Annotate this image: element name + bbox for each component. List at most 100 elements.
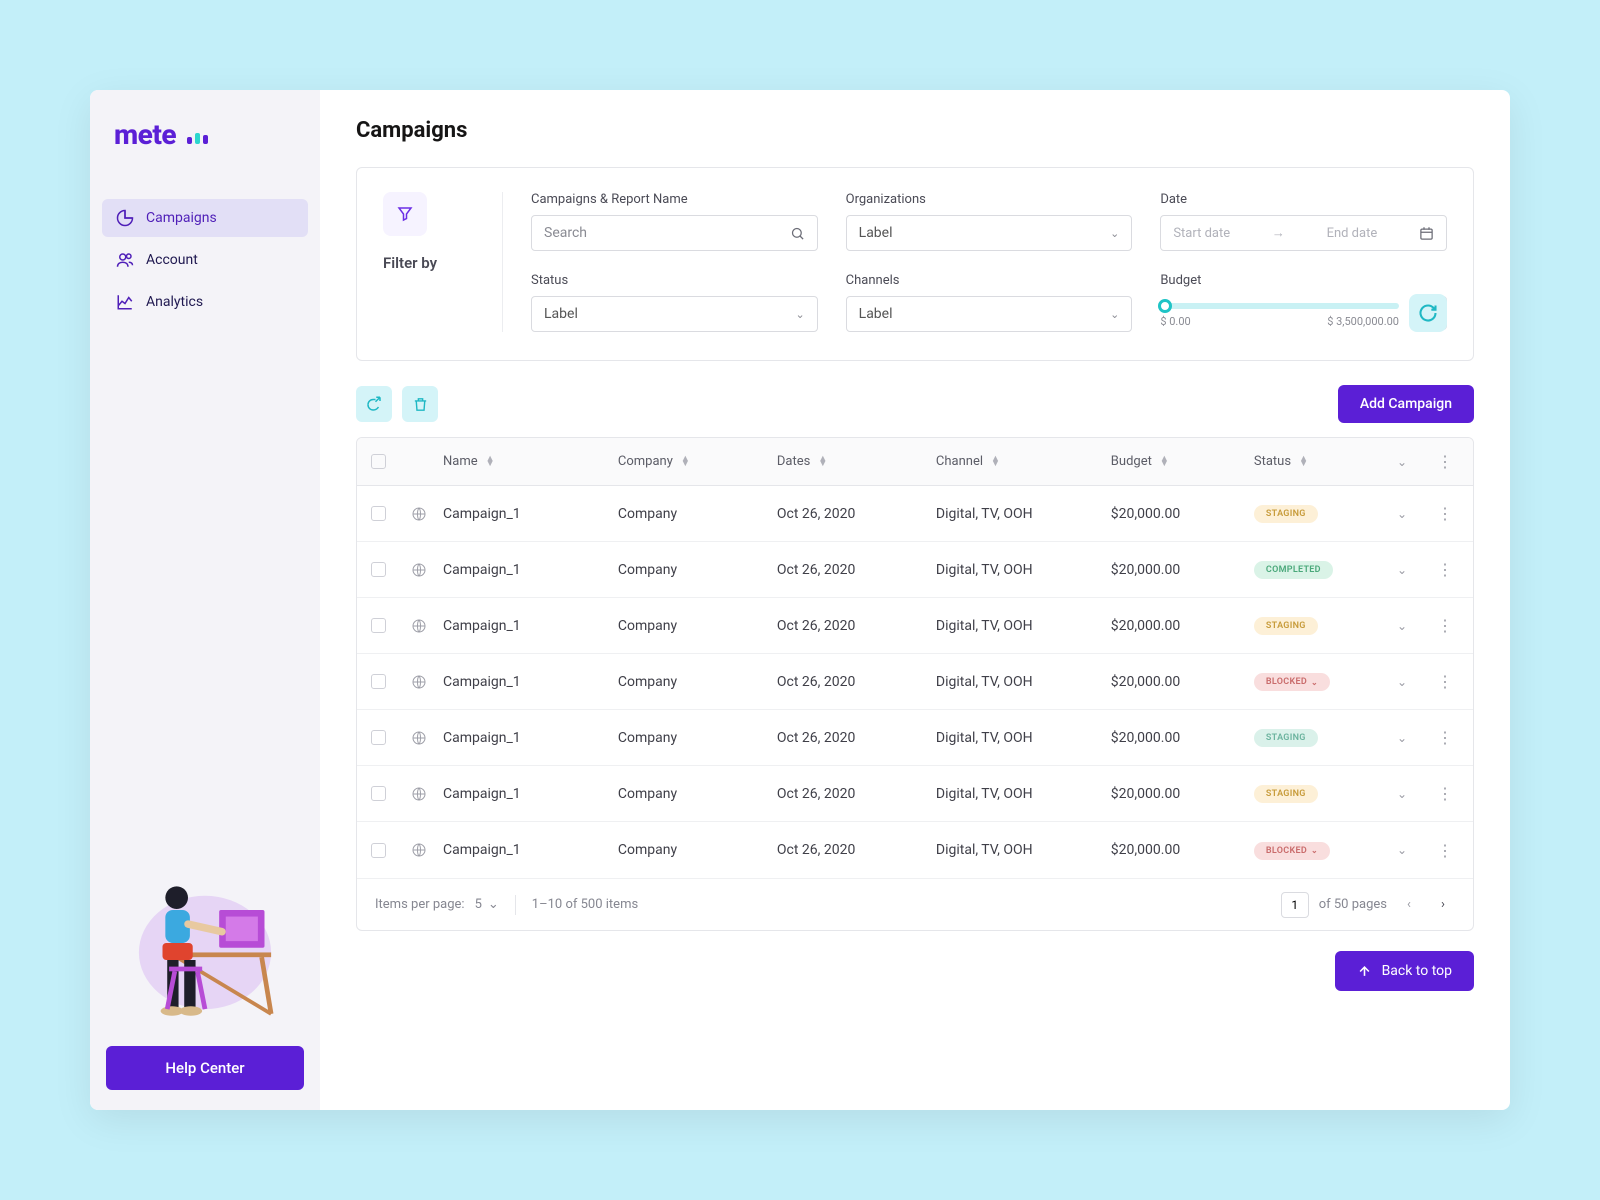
table-row[interactable]: Campaign_1CompanyOct 26, 2020Digital, TV…	[357, 598, 1473, 654]
search-input[interactable]	[544, 225, 790, 241]
status-value: Label	[544, 306, 578, 322]
sidebar-item-account[interactable]: Account	[102, 241, 308, 279]
search-input-wrap[interactable]	[531, 215, 818, 251]
row-checkbox[interactable]	[371, 843, 386, 858]
of-pages-text: of 50 pages	[1319, 897, 1387, 912]
sidebar-item-campaigns[interactable]: Campaigns	[102, 199, 308, 237]
arrow-right-icon: →	[1272, 225, 1285, 241]
nav-label: Analytics	[146, 294, 203, 310]
cell-budget: $20,000.00	[1111, 506, 1254, 522]
cell-channel: Digital, TV, OOH	[936, 786, 1111, 802]
refresh-button[interactable]	[1409, 294, 1447, 332]
nav-label: Campaigns	[146, 210, 217, 226]
sort-icon: ▲▼	[991, 457, 1000, 467]
org-value: Label	[859, 225, 893, 241]
globe-icon	[411, 562, 427, 578]
col-budget[interactable]: Budget▲▼	[1111, 454, 1254, 469]
back-to-top-button[interactable]: Back to top	[1335, 951, 1474, 991]
slider-thumb[interactable]	[1158, 299, 1172, 313]
row-checkbox[interactable]	[371, 674, 386, 689]
globe-icon	[411, 618, 427, 634]
row-expand[interactable]: ⌄	[1397, 675, 1431, 689]
globe-icon	[411, 842, 427, 858]
table-row[interactable]: Campaign_1CompanyOct 26, 2020Digital, TV…	[357, 766, 1473, 822]
prev-page-button[interactable]: ‹	[1397, 893, 1421, 917]
filter-status-field: Status Label ⌄	[531, 273, 818, 332]
row-menu[interactable]: ⋮	[1431, 504, 1459, 523]
budget-max: $ 3,500,000.00	[1327, 315, 1399, 328]
share-button[interactable]	[356, 386, 392, 422]
row-expand[interactable]: ⌄	[1397, 731, 1431, 745]
row-checkbox[interactable]	[371, 506, 386, 521]
items-per-page-select[interactable]: 5⌄	[475, 897, 499, 912]
org-select[interactable]: Label ⌄	[846, 215, 1133, 251]
select-all-checkbox[interactable]	[371, 454, 386, 469]
filter-channels-field: Channels Label ⌄	[846, 273, 1133, 332]
table-header: Name▲▼ Company▲▼ Dates▲▼ Channel▲▼ Budge…	[357, 438, 1473, 486]
cell-dates: Oct 26, 2020	[777, 674, 936, 690]
sort-icon: ▲▼	[1299, 457, 1308, 467]
row-expand[interactable]: ⌄	[1397, 787, 1431, 801]
cell-company: Company	[618, 562, 777, 578]
date-range-input[interactable]: Start date → End date	[1160, 215, 1447, 251]
cell-dates: Oct 26, 2020	[777, 786, 936, 802]
calendar-icon	[1419, 226, 1434, 241]
status-select[interactable]: Label ⌄	[531, 296, 818, 332]
row-menu[interactable]: ⋮	[1431, 672, 1459, 691]
row-checkbox[interactable]	[371, 786, 386, 801]
cell-dates: Oct 26, 2020	[777, 506, 936, 522]
next-page-button[interactable]: ›	[1431, 893, 1455, 917]
app-shell: mete CampaignsAccountAnalytics	[90, 90, 1510, 1110]
row-checkbox[interactable]	[371, 618, 386, 633]
col-name[interactable]: Name▲▼	[443, 454, 618, 469]
cell-budget: $20,000.00	[1111, 562, 1254, 578]
row-expand[interactable]: ⌄	[1397, 843, 1431, 857]
col-company[interactable]: Company▲▼	[618, 454, 777, 469]
col-status[interactable]: Status▲▼	[1254, 454, 1397, 469]
row-checkbox[interactable]	[371, 730, 386, 745]
nav-icon	[116, 251, 134, 269]
page-input[interactable]	[1281, 892, 1309, 918]
delete-button[interactable]	[402, 386, 438, 422]
table-row[interactable]: Campaign_1CompanyOct 26, 2020Digital, TV…	[357, 486, 1473, 542]
col-dates[interactable]: Dates▲▼	[777, 454, 936, 469]
row-expand[interactable]: ⌄	[1397, 619, 1431, 633]
nav-list: Campaigns Account Analytics	[102, 199, 308, 325]
cell-channel: Digital, TV, OOH	[936, 618, 1111, 634]
budget-slider[interactable]: $ 0.00 $ 3,500,000.00	[1160, 299, 1399, 328]
row-checkbox[interactable]	[371, 562, 386, 577]
cell-channel: Digital, TV, OOH	[936, 506, 1111, 522]
sidebar-item-analytics[interactable]: Analytics	[102, 283, 308, 321]
row-menu[interactable]: ⋮	[1431, 841, 1459, 860]
filter-channels-label: Channels	[846, 273, 1133, 288]
table-row[interactable]: Campaign_1CompanyOct 26, 2020Digital, TV…	[357, 654, 1473, 710]
header-expand[interactable]: ⌄	[1397, 455, 1431, 469]
row-menu[interactable]: ⋮	[1431, 616, 1459, 635]
filter-org-label: Organizations	[846, 192, 1133, 207]
header-menu[interactable]: ⋮	[1431, 452, 1459, 471]
cell-company: Company	[618, 786, 777, 802]
cell-name: Campaign_1	[443, 730, 618, 746]
budget-min: $ 0.00	[1160, 315, 1190, 328]
chevron-down-icon: ⌄	[795, 308, 804, 321]
row-expand[interactable]: ⌄	[1397, 563, 1431, 577]
table-row[interactable]: Campaign_1CompanyOct 26, 2020Digital, TV…	[357, 542, 1473, 598]
row-expand[interactable]: ⌄	[1397, 507, 1431, 521]
row-menu[interactable]: ⋮	[1431, 560, 1459, 579]
filter-title: Filter by	[383, 254, 482, 272]
cell-channel: Digital, TV, OOH	[936, 674, 1111, 690]
chevron-down-icon: ⌄	[1110, 227, 1119, 240]
add-campaign-button[interactable]: Add Campaign	[1338, 385, 1474, 423]
table-row[interactable]: Campaign_1CompanyOct 26, 2020Digital, TV…	[357, 710, 1473, 766]
cell-name: Campaign_1	[443, 786, 618, 802]
row-menu[interactable]: ⋮	[1431, 728, 1459, 747]
col-channel[interactable]: Channel▲▼	[936, 454, 1111, 469]
cell-dates: Oct 26, 2020	[777, 562, 936, 578]
cell-dates: Oct 26, 2020	[777, 618, 936, 634]
row-menu[interactable]: ⋮	[1431, 784, 1459, 803]
cell-channel: Digital, TV, OOH	[936, 842, 1111, 858]
status-badge: STAGING	[1254, 505, 1318, 523]
table-row[interactable]: Campaign_1CompanyOct 26, 2020Digital, TV…	[357, 822, 1473, 878]
channels-select[interactable]: Label ⌄	[846, 296, 1133, 332]
help-center-button[interactable]: Help Center	[106, 1046, 304, 1090]
